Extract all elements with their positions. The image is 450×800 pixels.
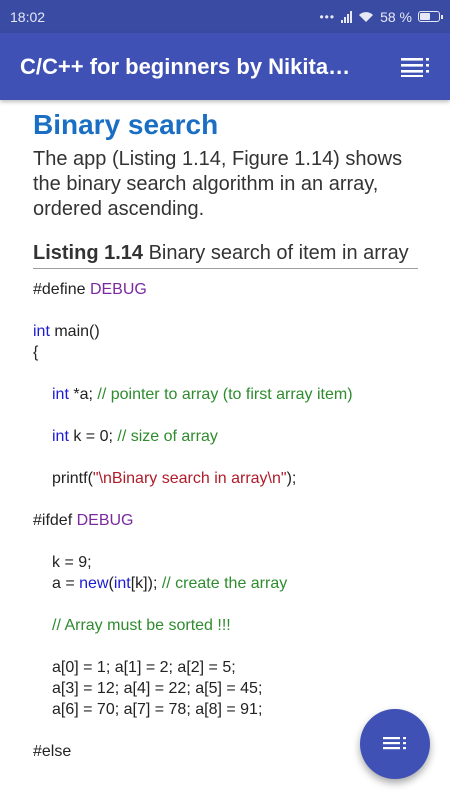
app-title: C/C++ for beginners by Nikita… <box>20 53 351 79</box>
code-line: #define DEBUG <box>33 281 147 298</box>
battery-icon <box>418 11 443 22</box>
listing-caption: Listing 1.14 Binary search of item in ar… <box>33 240 418 269</box>
toc-list-icon <box>383 737 406 750</box>
code-line: a = new(int[k]); // create the array <box>52 575 288 592</box>
code-line: a[0] = 1; a[1] = 2; a[2] = 5; <box>52 659 236 676</box>
toc-fab-button[interactable] <box>360 709 430 779</box>
battery-text: 58 % <box>380 8 412 25</box>
app-bar: C/C++ for beginners by Nikita… <box>0 33 450 100</box>
listing-label: Listing 1.14 <box>33 242 144 264</box>
dots-icon: ••• <box>319 9 336 24</box>
listing-text: Binary search of item in array <box>143 242 409 264</box>
code-line: int main() <box>33 323 100 340</box>
code-line: { <box>33 344 39 361</box>
article-content[interactable]: Binary search The app (Listing 1.14, Fig… <box>33 100 418 800</box>
wifi-icon <box>359 11 374 22</box>
signal-icon <box>341 10 353 23</box>
code-line: a[3] = 12; a[4] = 22; a[5] = 45; <box>52 680 263 697</box>
code-line: int *a; // pointer to array (to first ar… <box>52 386 353 403</box>
status-time: 18:02 <box>10 8 46 25</box>
code-line: int k = 0; // size of array <box>52 428 218 445</box>
code-line: printf("\nBinary search in array\n"); <box>52 470 297 487</box>
code-line: a[6] = 70; a[7] = 78; a[8] = 91; <box>52 701 263 718</box>
code-line: k = 9; <box>52 554 92 571</box>
article-heading: Binary search <box>33 109 219 140</box>
list-menu-icon[interactable] <box>400 51 432 83</box>
article-intro: The app (Listing 1.14, Figure 1.14) show… <box>33 148 403 220</box>
status-bar: 18:02 ••• 58 % <box>0 0 450 33</box>
code-block: #define DEBUG int main() { int *a; // po… <box>33 279 418 762</box>
code-line: // Array must be sorted !!! <box>52 617 231 634</box>
battery-fill <box>420 13 431 20</box>
code-line: #ifdef DEBUG <box>33 512 134 529</box>
status-indicators: ••• 58 % <box>319 8 443 25</box>
